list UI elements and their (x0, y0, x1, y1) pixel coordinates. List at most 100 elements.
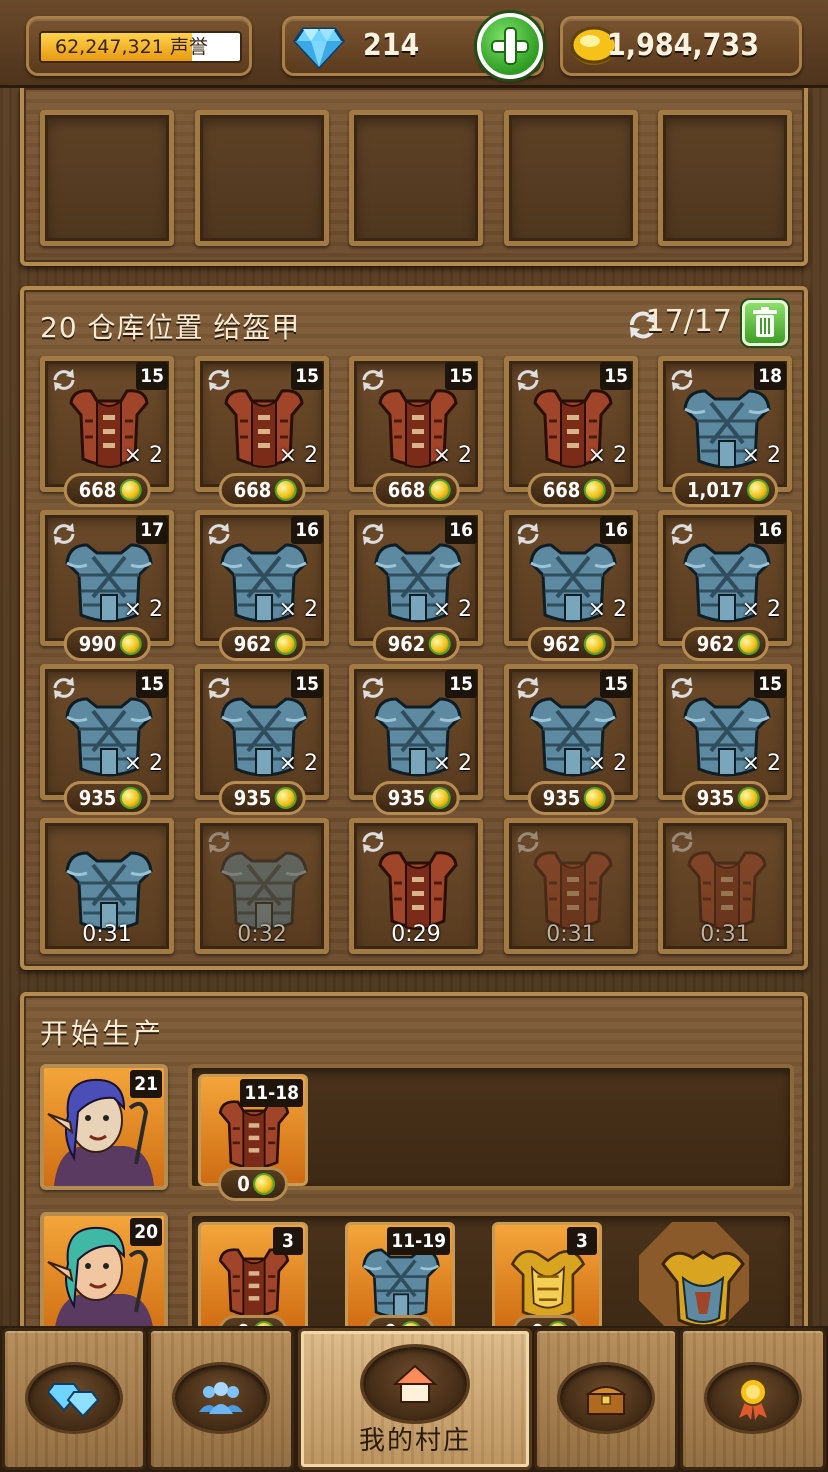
recipe-level-range: 11-19 (387, 1227, 450, 1255)
sell-price-button[interactable]: 962 (372, 627, 460, 661)
storage-item[interactable]: 15 × 2 668 (40, 356, 174, 507)
production-title: 开始生产 (40, 1017, 165, 1050)
item-quantity: × 2 (432, 597, 472, 622)
item-level-badge: 15 (445, 670, 477, 698)
price-value: 962 (696, 632, 735, 656)
buy-gems-button[interactable] (477, 13, 543, 79)
storage-item[interactable]: 15 × 2 668 (349, 356, 483, 507)
empty-slot[interactable] (658, 110, 792, 246)
gem-value: 214 (363, 28, 420, 63)
price-value: 935 (387, 786, 426, 810)
storage-item[interactable]: 17 × 2 990 (40, 510, 174, 661)
crafting-slot[interactable]: 0:31 (658, 818, 792, 954)
storage-item[interactable]: 15 × 2 935 (504, 664, 638, 815)
craft-timer: 0:31 (82, 922, 132, 947)
sell-price-button[interactable]: 1,017 (672, 473, 778, 507)
storage-item[interactable]: 15 × 2 935 (40, 664, 174, 815)
sell-price-button[interactable]: 668 (63, 473, 151, 507)
fame-counter[interactable]: 62,247,321 声誉 (26, 16, 252, 76)
storage-item[interactable]: 16 × 2 962 (349, 510, 483, 661)
item-level-badge: 15 (600, 362, 632, 390)
craft-timer: 0:31 (700, 922, 750, 947)
storage-item[interactable]: 15 × 2 935 (658, 664, 792, 815)
gold-coin-icon (585, 635, 604, 653)
item-level-badge: 16 (291, 516, 323, 544)
storage-item[interactable]: 16 × 2 962 (195, 510, 329, 661)
discard-button[interactable] (742, 300, 788, 346)
sell-price-button[interactable]: 935 (218, 781, 306, 815)
recipe-card[interactable]: 30 (492, 1222, 602, 1349)
recipe-card[interactable]: 30 (198, 1222, 308, 1349)
sell-price-button[interactable]: 962 (527, 627, 615, 661)
worker-card[interactable]: 21 (40, 1064, 168, 1190)
crafting-slot[interactable]: 0:31 (40, 818, 174, 954)
recipe-track: 30 11-190 30 (188, 1212, 794, 1349)
resource-bar: 62,247,321 声誉 214 1,984,733 (0, 0, 828, 88)
storage-item[interactable]: 15 × 2 668 (504, 356, 638, 507)
nav-tab-people[interactable] (148, 1328, 294, 1470)
recipe-card[interactable]: 11-190 (345, 1222, 455, 1349)
special-recipe[interactable] (639, 1222, 749, 1334)
nav-icon-frame (363, 1347, 467, 1421)
nav-tab-medal[interactable] (680, 1328, 826, 1470)
empty-slot[interactable] (40, 110, 174, 246)
capacity-value: 17/17 (645, 304, 732, 339)
recipe-track: 11-18 0 (188, 1064, 794, 1201)
price-value: 668 (233, 478, 272, 502)
price-value: 935 (78, 786, 117, 810)
gold-coin-icon (121, 789, 140, 807)
item-level-badge: 15 (291, 670, 323, 698)
recipe-card[interactable]: 11-18 0 (198, 1074, 308, 1201)
item-quantity: × 2 (278, 443, 318, 468)
crafting-slot[interactable]: 0:31 (504, 818, 638, 954)
bottom-navigation: 我的村庄 (0, 1326, 828, 1472)
crafting-slot[interactable]: 0:29 (349, 818, 483, 954)
sell-price-button[interactable]: 668 (527, 473, 615, 507)
leather-armor-icon (687, 851, 767, 930)
gold-coin-icon (739, 635, 758, 653)
nav-tab-chest[interactable] (534, 1328, 678, 1470)
sell-price-button[interactable]: 935 (63, 781, 151, 815)
worker-card[interactable]: 20 (40, 1212, 168, 1338)
price-value: 935 (542, 786, 581, 810)
nav-icon-frame (560, 1365, 652, 1431)
sell-price-button[interactable]: 962 (681, 627, 769, 661)
storage-item[interactable]: 16 × 2 962 (504, 510, 638, 661)
gem-counter[interactable]: 214 (282, 13, 544, 79)
gem-icon (293, 27, 345, 69)
gold-coin-icon (276, 635, 295, 653)
nav-tab-gems[interactable] (2, 1328, 146, 1470)
storage-item[interactable]: 16 × 2 962 (658, 510, 792, 661)
sell-price-button[interactable]: 990 (63, 627, 151, 661)
gold-counter[interactable]: 1,984,733 (560, 16, 802, 76)
gold-coin-icon (748, 481, 767, 499)
sell-price-button[interactable]: 962 (218, 627, 306, 661)
recipe-level-range: 3 (567, 1227, 597, 1255)
nav-tab-home[interactable]: 我的村庄 (298, 1328, 532, 1470)
storage-item[interactable]: 15 × 2 935 (195, 664, 329, 815)
storage-item[interactable]: 15 × 2 668 (195, 356, 329, 507)
fame-progress-bar: 62,247,321 声誉 (39, 31, 242, 63)
sell-price-button[interactable]: 935 (681, 781, 769, 815)
empty-slot[interactable] (195, 110, 329, 246)
crafting-slot[interactable]: 0:32 (195, 818, 329, 954)
recipe-level-range: 11-18 (240, 1079, 303, 1107)
price-value: 1,017 (687, 478, 744, 502)
sell-price-button[interactable]: 668 (218, 473, 306, 507)
recipe-level-range: 3 (273, 1227, 303, 1255)
recipe-cost: 0 (218, 1167, 288, 1201)
sell-price-button[interactable]: 668 (372, 473, 460, 507)
sell-price-button[interactable]: 935 (527, 781, 615, 815)
gold-coin-icon (276, 481, 295, 499)
price-value: 935 (233, 786, 272, 810)
nav-icon-frame (175, 1365, 267, 1431)
sell-price-button[interactable]: 935 (372, 781, 460, 815)
empty-slots-panel (20, 88, 808, 266)
worker-level-badge: 21 (130, 1070, 162, 1098)
empty-slot[interactable] (349, 110, 483, 246)
item-level-badge: 16 (445, 516, 477, 544)
storage-item[interactable]: 18 × 2 1,017 (658, 356, 792, 507)
empty-slot[interactable] (504, 110, 638, 246)
gold-coin-icon (276, 789, 295, 807)
storage-item[interactable]: 15 × 2 935 (349, 664, 483, 815)
